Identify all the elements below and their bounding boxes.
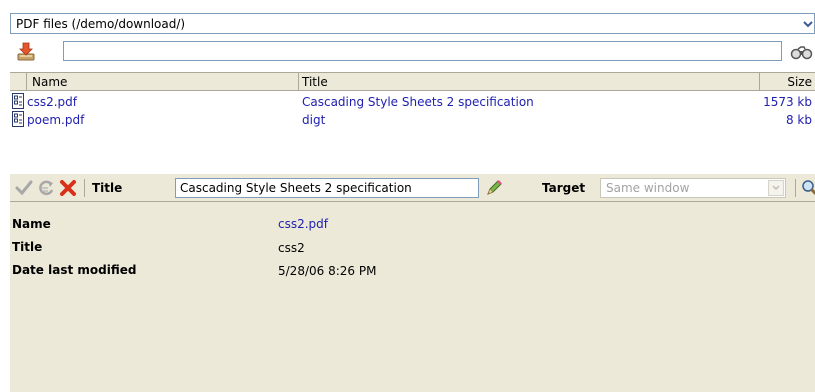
file-list-header: Name Title Size [10,72,815,91]
file-size: 8 kb [785,113,812,127]
target-label: Target [542,181,586,195]
chevron-down-icon[interactable] [801,14,814,33]
title-label: Title [92,181,123,195]
list-item[interactable]: poem.pdf digt 8 kb [10,111,815,129]
binoculars-icon[interactable] [790,43,815,61]
folder-select[interactable]: PDF files (/demo/download/) [10,13,815,34]
detail-name-label: Name [12,217,51,231]
file-list: css2.pdf Cascading Style Sheets 2 specif… [10,91,815,174]
download-icon[interactable] [15,41,37,63]
column-divider[interactable] [26,73,27,90]
magnifier-icon[interactable] [800,178,815,198]
list-item[interactable]: css2.pdf Cascading Style Sheets 2 specif… [10,93,815,111]
target-select-value: Same window [606,181,690,195]
detail-date-value: 5/28/06 8:26 PM [278,264,377,278]
column-header-title[interactable]: Title [302,75,328,89]
edit-toolbar: Title Target Same window [10,175,815,202]
file-name[interactable]: css2.pdf [27,95,77,109]
pencil-icon[interactable] [484,178,504,198]
file-name[interactable]: poem.pdf [27,113,84,127]
file-size: 1573 kb [763,95,812,109]
checkmark-icon[interactable] [14,178,34,198]
detail-date-label: Date last modified [12,263,137,277]
toolbar-separator [795,179,796,197]
file-title: Cascading Style Sheets 2 specification [302,95,534,109]
detail-name-value[interactable]: css2.pdf [278,217,328,231]
detail-title-label: Title [12,240,43,254]
column-header-name[interactable]: Name [32,75,67,89]
column-divider[interactable] [759,73,760,90]
column-header-size[interactable]: Size [787,75,812,89]
delete-icon[interactable] [58,178,78,198]
file-manager: PDF files (/demo/download/) Name Title S… [0,0,815,392]
pdf-file-icon [12,111,24,127]
chevron-down-icon[interactable] [768,180,784,196]
title-input[interactable] [175,178,479,198]
folder-select-value: PDF files (/demo/download/) [16,17,186,31]
pdf-file-icon [12,93,24,109]
refresh-icon[interactable] [36,178,56,198]
column-divider[interactable] [298,73,299,90]
toolbar-separator [84,179,85,197]
filter-input[interactable] [63,41,782,61]
target-select[interactable]: Same window [600,178,786,198]
details-panel [10,174,815,392]
file-title: digt [302,113,326,127]
detail-title-value: css2 [278,241,305,255]
